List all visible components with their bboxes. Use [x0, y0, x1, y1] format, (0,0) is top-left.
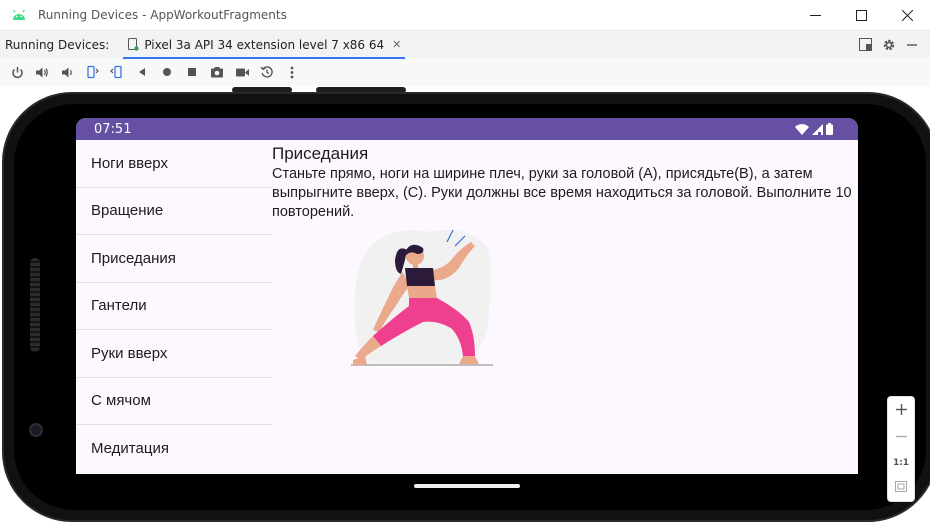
close-icon [901, 9, 913, 21]
list-item[interactable]: Медитация [76, 425, 272, 473]
minimize-panel-icon[interactable] [906, 39, 918, 51]
volume-up-icon [36, 67, 48, 77]
phone-camera [29, 423, 43, 437]
phone-speaker [30, 258, 40, 352]
screen-record-button[interactable] [231, 61, 253, 83]
list-item[interactable]: С мячом [76, 378, 272, 425]
volume-down-button[interactable] [56, 61, 78, 83]
exercise-list: Ноги вверх Вращение Приседания Гантели Р… [76, 140, 272, 474]
minimize-icon [809, 14, 821, 16]
list-item[interactable]: Ноги вверх [76, 140, 272, 188]
zoom-in-button[interactable] [895, 403, 907, 418]
gear-icon[interactable] [882, 38, 896, 52]
zoom-out-button[interactable] [895, 431, 907, 445]
rotate-right-button[interactable] [106, 61, 128, 83]
list-item-label: Руки вверх [91, 344, 168, 362]
screen-record-icon [235, 68, 249, 76]
status-time: 07:51 [94, 121, 132, 137]
title-bar: Running Devices - AppWorkoutFragments [0, 0, 930, 30]
fit-screen-icon [895, 480, 907, 492]
list-item-label: Приседания [91, 249, 176, 267]
close-button[interactable] [884, 0, 930, 30]
snapshot-button[interactable] [256, 61, 278, 83]
screenshot-button[interactable] [206, 61, 228, 83]
layout-icon[interactable] [859, 38, 872, 51]
snapshot-icon [260, 66, 273, 78]
rotate-right-icon [110, 65, 122, 79]
maximize-icon [855, 9, 867, 21]
overview-button[interactable] [181, 61, 203, 83]
zoom-controls: 1:1 [887, 396, 915, 502]
signal-icon [812, 123, 823, 135]
list-item[interactable]: Вращение [76, 188, 272, 235]
detail-description: Станьте прямо, ноги на ширине плеч, руки… [272, 166, 852, 220]
list-item-label: С мячом [91, 392, 151, 410]
power-icon [11, 66, 23, 78]
android-status-bar: 07:51 [76, 118, 858, 140]
more-button[interactable] [281, 61, 303, 83]
exercise-illustration [351, 229, 493, 366]
device-tab[interactable]: Pixel 3a API 34 extension level 7 x86 64… [123, 31, 406, 59]
zoom-out-icon [895, 435, 907, 437]
list-item-label: Вращение [91, 202, 164, 220]
screenshot-icon [211, 67, 223, 78]
exercise-detail: Приседания Станьте прямо, ноги на ширине… [272, 140, 858, 474]
volume-down-icon [62, 67, 72, 77]
list-item-label: Гантели [91, 297, 147, 315]
list-item[interactable]: Приседания [76, 235, 272, 283]
back-button[interactable] [131, 61, 153, 83]
rotate-left-icon [87, 65, 99, 79]
emulator-toolbar [0, 59, 930, 85]
device-tab-bar: Running Devices: Pixel 3a API 34 extensi… [0, 30, 930, 59]
running-devices-label: Running Devices: [5, 37, 110, 52]
rotate-left-button[interactable] [81, 61, 103, 83]
home-button[interactable] [156, 61, 178, 83]
android-icon [13, 9, 25, 20]
more-icon [290, 66, 294, 78]
volume-up-button[interactable] [31, 61, 53, 83]
battery-icon [826, 123, 833, 135]
overview-icon [188, 68, 196, 76]
tab-close-icon[interactable]: ✕ [392, 38, 401, 51]
list-item-label: Медитация [91, 440, 169, 458]
maximize-button[interactable] [838, 0, 884, 30]
power-button[interactable] [6, 61, 28, 83]
detail-title: Приседания [272, 144, 369, 163]
back-icon [139, 68, 145, 76]
list-item-label: Ноги вверх [91, 154, 168, 172]
zoom-in-icon [895, 403, 907, 415]
minimize-button[interactable] [792, 0, 838, 30]
window-title: Running Devices - AppWorkoutFragments [38, 8, 287, 22]
fit-screen-button[interactable] [895, 480, 907, 495]
list-item[interactable]: Руки вверх [76, 330, 272, 378]
list-item[interactable]: Гантели [76, 283, 272, 330]
wifi-icon [795, 123, 809, 135]
gesture-nav-pill[interactable] [414, 484, 520, 488]
device-screen[interactable]: 07:51 Ноги вверх Вращение Приседания Ган… [76, 118, 858, 474]
zoom-reset-button[interactable]: 1:1 [893, 458, 909, 468]
device-tab-label: Pixel 3a API 34 extension level 7 x86 64 [144, 37, 385, 52]
phone-device-icon [128, 38, 140, 51]
home-icon [163, 68, 171, 76]
